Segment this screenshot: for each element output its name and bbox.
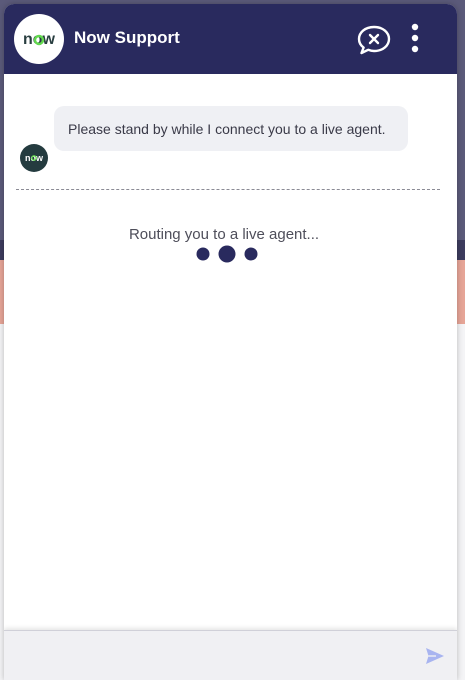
- now-logo: now: [14, 14, 64, 64]
- now-logo-icon: now: [23, 31, 56, 48]
- message-input[interactable]: [14, 639, 418, 675]
- send-icon: [426, 648, 444, 664]
- message-list[interactable]: now Please stand by while I connect you …: [4, 74, 457, 630]
- chat-widget: now Now Support now Please stand by whil…: [4, 4, 457, 680]
- loading-dots-icon: [196, 245, 258, 263]
- routing-status-text: Routing you to a live agent...: [128, 226, 320, 243]
- more-vertical-icon: [411, 23, 419, 53]
- chat-close-icon: [357, 25, 391, 55]
- chat-title: Now Support: [74, 28, 180, 47]
- more-options-button[interactable]: [406, 22, 424, 56]
- svg-text:now: now: [23, 31, 56, 48]
- bot-avatar: now: [20, 144, 48, 172]
- svg-text:now: now: [25, 153, 44, 163]
- end-chat-button[interactable]: [356, 24, 392, 56]
- chat-header: now Now Support: [4, 4, 457, 74]
- send-button[interactable]: [424, 645, 446, 667]
- typing-indicator: [192, 244, 262, 264]
- message-composer: [4, 630, 457, 680]
- bot-message-bubble: Please stand by while I connect you to a…: [54, 106, 408, 151]
- message-divider: [16, 189, 440, 190]
- now-avatar-icon: now: [25, 153, 44, 163]
